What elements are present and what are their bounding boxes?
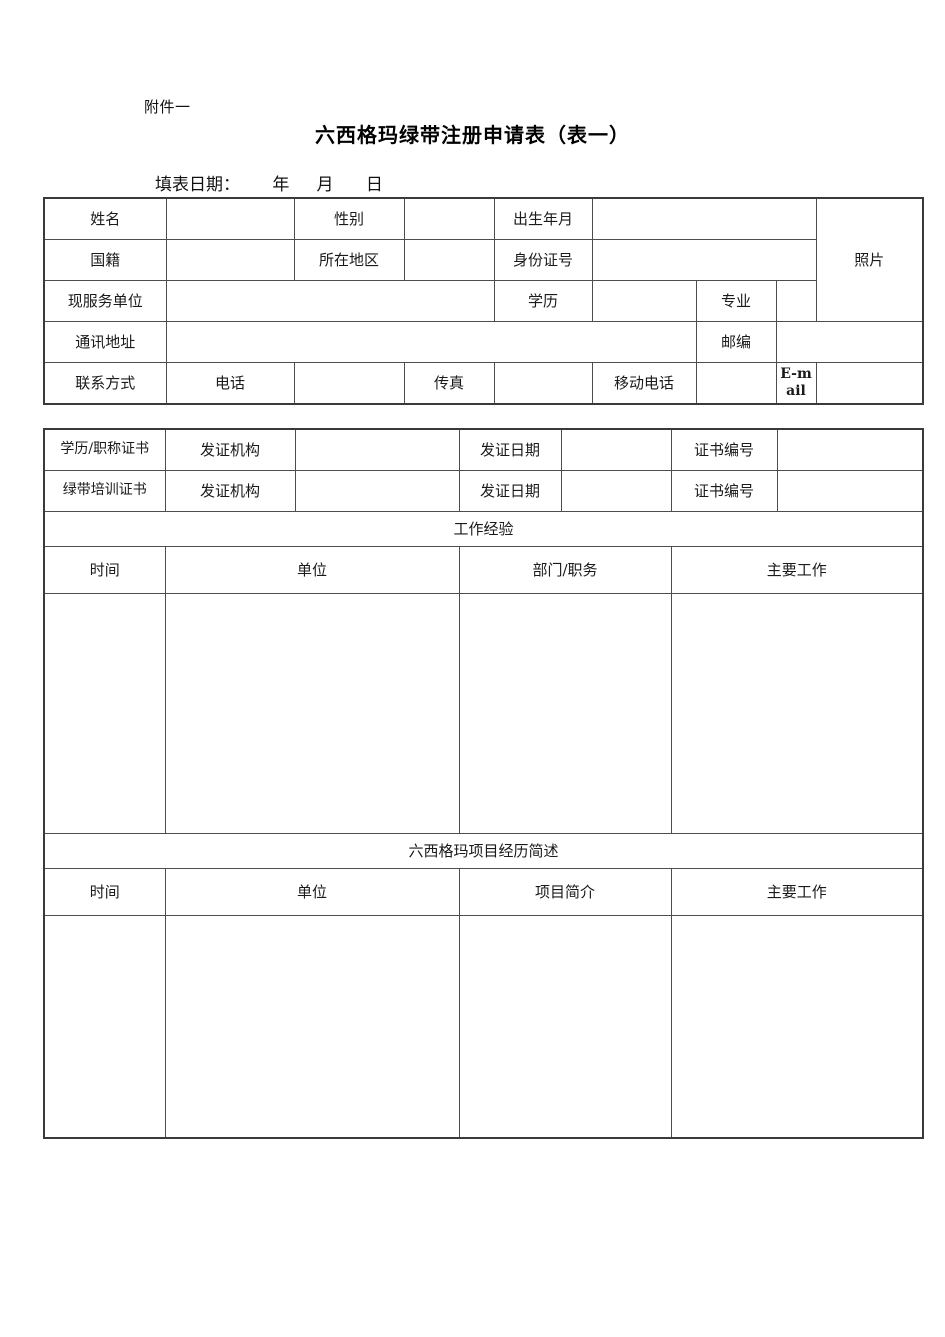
- address-label: 通讯地址: [43, 321, 167, 363]
- current-employer-field[interactable]: [165, 280, 495, 322]
- nationality-label: 国籍: [43, 239, 167, 281]
- document-page: 附件一 六西格玛绿带注册申请表（表一） 填表日期： 年 月 日 姓名 性别 出生…: [0, 0, 945, 1337]
- education-label: 学历: [493, 280, 593, 322]
- attachment-label: 附件一: [144, 98, 191, 116]
- nationality-field[interactable]: [165, 239, 295, 281]
- degree-issue-date-field[interactable]: [560, 428, 672, 471]
- greenbelt-issuer-field[interactable]: [294, 470, 460, 512]
- id-number-label: 身份证号: [493, 239, 593, 281]
- degree-issue-date-label: 发证日期: [458, 428, 562, 471]
- table-row: 时间 单位 部门/职务 主要工作: [43, 546, 924, 594]
- degree-issuer-field[interactable]: [294, 428, 460, 471]
- gender-field[interactable]: [403, 197, 495, 240]
- table-row: 六西格玛项目经历简述: [43, 833, 924, 869]
- work-col-time: 时间: [43, 546, 166, 594]
- postcode-label: 邮编: [695, 321, 777, 363]
- page-title: 六西格玛绿带注册申请表（表一）: [315, 123, 630, 147]
- major-field[interactable]: [775, 280, 924, 322]
- project-entry-time[interactable]: [43, 915, 166, 1139]
- project-col-time: 时间: [43, 868, 166, 916]
- project-experience-section-title: 六西格玛项目经历简述: [43, 833, 924, 869]
- major-label: 专业: [695, 280, 777, 322]
- project-entry-introduction[interactable]: [458, 915, 672, 1139]
- greenbelt-cert-number-field[interactable]: [776, 470, 924, 512]
- address-field[interactable]: [165, 321, 697, 363]
- project-entry-main-duties[interactable]: [670, 915, 924, 1139]
- table-row: 绿带培训证书 发证机构 发证日期 证书编号: [43, 470, 924, 512]
- table-row: 时间 单位 项目简介 主要工作: [43, 868, 924, 916]
- degree-cert-number-field[interactable]: [776, 428, 924, 471]
- name-label: 姓名: [43, 197, 167, 240]
- table-row: 联系方式 电话 传真 移动电话 E-mail: [43, 362, 924, 405]
- birth-label: 出生年月: [493, 197, 593, 240]
- fax-label: 传真: [403, 362, 495, 405]
- email-field[interactable]: [815, 362, 924, 405]
- work-entry-time[interactable]: [43, 593, 166, 834]
- work-col-department-position: 部门/职务: [458, 546, 672, 594]
- work-col-main-duties: 主要工作: [670, 546, 924, 594]
- table-row: 通讯地址 邮编: [43, 321, 924, 363]
- name-field[interactable]: [165, 197, 295, 240]
- greenbelt-issuer-label: 发证机构: [164, 470, 296, 512]
- table-row: 工作经验: [43, 511, 924, 547]
- greenbelt-issue-date-field[interactable]: [560, 470, 672, 512]
- greenbelt-cert-number-label: 证书编号: [670, 470, 778, 512]
- degree-cert-number-label: 证书编号: [670, 428, 778, 471]
- email-label: E-mail: [775, 362, 817, 405]
- work-experience-section-title: 工作经验: [43, 511, 924, 547]
- greenbelt-cert-label: 绿带培训证书: [43, 470, 166, 512]
- degree-cert-label: 学历/职称证书: [43, 428, 166, 471]
- id-number-field[interactable]: [591, 239, 817, 281]
- contact-label: 联系方式: [43, 362, 167, 405]
- work-entry-department-position[interactable]: [458, 593, 672, 834]
- fill-date-line: 填表日期： 年 月 日: [155, 175, 383, 195]
- table-row: 姓名 性别 出生年月 照片: [43, 197, 924, 322]
- work-entry-unit[interactable]: [164, 593, 460, 834]
- current-employer-label: 现服务单位: [43, 280, 167, 322]
- mobile-field[interactable]: [695, 362, 777, 405]
- table-row: 国籍 所在地区 身份证号: [43, 239, 923, 281]
- greenbelt-issue-date-label: 发证日期: [458, 470, 562, 512]
- phone-field[interactable]: [293, 362, 405, 405]
- work-entry-main-duties[interactable]: [670, 593, 924, 834]
- degree-issuer-label: 发证机构: [164, 428, 296, 471]
- birth-field[interactable]: [591, 197, 817, 240]
- region-field[interactable]: [403, 239, 495, 281]
- project-entry-unit[interactable]: [164, 915, 460, 1139]
- table-row: 学历/职称证书 发证机构 发证日期 证书编号: [43, 428, 924, 471]
- project-col-main-duties: 主要工作: [670, 868, 924, 916]
- table-row: [43, 915, 924, 1139]
- phone-label: 电话: [165, 362, 295, 405]
- table-row: 现服务单位 学历 专业: [43, 280, 924, 322]
- education-field[interactable]: [591, 280, 697, 322]
- project-col-introduction: 项目简介: [458, 868, 672, 916]
- personal-info-table: 姓名 性别 出生年月 照片 国籍 所在地区 身份证号 现服务单位 学历 专业 通…: [43, 197, 925, 405]
- fax-field[interactable]: [493, 362, 593, 405]
- postcode-field[interactable]: [775, 321, 924, 363]
- gender-label: 性别: [293, 197, 405, 240]
- table-row: [43, 593, 924, 834]
- project-col-unit: 单位: [164, 868, 460, 916]
- work-col-unit: 单位: [164, 546, 460, 594]
- region-label: 所在地区: [293, 239, 405, 281]
- qualification-and-experience-table: 学历/职称证书 发证机构 发证日期 证书编号 绿带培训证书 发证机构 发证日期 …: [43, 428, 924, 1139]
- mobile-label: 移动电话: [591, 362, 697, 405]
